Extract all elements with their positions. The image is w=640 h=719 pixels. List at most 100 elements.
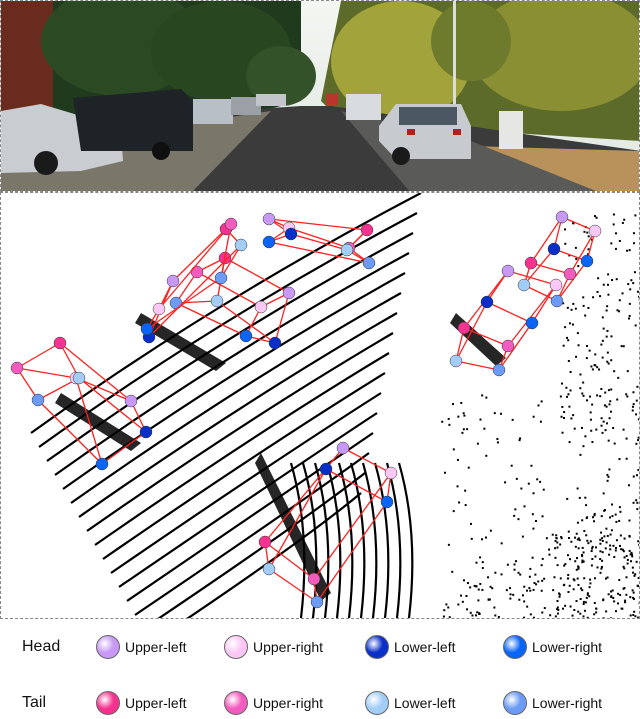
lidar-point: [597, 277, 599, 279]
lidar-point: [570, 417, 572, 419]
scan-line: [55, 253, 409, 475]
lidar-point: [596, 366, 598, 368]
lidar-point: [591, 441, 593, 443]
corner-sphere: [502, 340, 514, 352]
lidar-point: [582, 296, 584, 298]
lidar-point: [598, 369, 600, 371]
lidar-point: [608, 389, 610, 391]
lidar-point: [581, 589, 583, 591]
lidar-point: [626, 250, 628, 252]
lidar-point: [600, 388, 602, 390]
lidar-point: [546, 537, 548, 539]
lidar-point: [533, 617, 535, 619]
corner-sphere: [263, 213, 275, 225]
sphere-icon: [365, 691, 389, 715]
lidar-point: [470, 523, 472, 525]
lidar-point: [628, 520, 630, 522]
lidar-point: [633, 502, 635, 504]
lidar-point: [614, 443, 616, 445]
lidar-point: [579, 387, 581, 389]
lidar-point: [600, 344, 602, 346]
lidar-point: [611, 529, 613, 531]
lidar-point: [610, 596, 612, 598]
lidar-point: [510, 593, 512, 595]
corner-sphere: [548, 243, 560, 255]
lidar-point: [626, 395, 628, 397]
lidar-point: [479, 583, 481, 585]
lidar-point: [627, 563, 629, 565]
lidar-point: [453, 448, 455, 450]
lidar-point: [500, 413, 502, 415]
lidar-point: [577, 584, 579, 586]
lidar-point: [523, 600, 525, 602]
legend-item-label: Lower-right: [532, 695, 602, 711]
lidar-point: [576, 569, 578, 571]
lidar-point: [596, 394, 598, 396]
lidar-point: [444, 472, 446, 474]
lidar-point: [539, 481, 541, 483]
lidar-point: [610, 359, 612, 361]
corner-sphere: [96, 458, 108, 470]
lidar-point: [541, 564, 543, 566]
lidar-point: [623, 567, 625, 569]
lidar-point: [563, 345, 565, 347]
lidar-point: [607, 576, 609, 578]
lidar-point: [584, 497, 586, 499]
lidar-point: [517, 518, 519, 520]
lidar-point: [566, 337, 568, 339]
lidar-point: [513, 515, 515, 517]
lidar-point: [585, 534, 587, 536]
lidar-point: [560, 396, 562, 398]
lidar-point: [607, 294, 609, 296]
lidar-point: [600, 568, 602, 570]
lidar-point: [457, 485, 459, 487]
lidar-point: [632, 589, 634, 591]
lidar-point: [577, 488, 579, 490]
lidar-point: [509, 598, 511, 600]
lidar-point: [543, 578, 545, 580]
corner-sphere: [73, 372, 85, 384]
lidar-point: [590, 430, 592, 432]
corner-sphere: [526, 317, 538, 329]
lidar-point: [487, 576, 489, 578]
lidar-point: [471, 614, 473, 616]
lidar-point: [608, 593, 610, 595]
lidar-point: [534, 574, 536, 576]
lidar-point: [626, 555, 628, 557]
lidar-point: [577, 578, 579, 580]
lidar-point: [533, 589, 535, 591]
lidar-point: [573, 609, 575, 611]
lidar-point: [448, 544, 450, 546]
lidar-point: [583, 601, 585, 603]
lidar-point: [619, 240, 621, 242]
lidar-point: [556, 600, 558, 602]
lidar-point: [559, 594, 561, 596]
corner-sphere: [385, 467, 397, 479]
lidar-point: [634, 214, 636, 216]
lidar-point: [589, 396, 591, 398]
lidar-point: [632, 572, 634, 574]
lidar-point: [457, 603, 459, 605]
lidar-point: [586, 399, 588, 401]
corner-sphere: [564, 268, 576, 280]
lidar-point: [478, 589, 480, 591]
lidar-point: [626, 618, 628, 619]
lidar-point: [588, 235, 590, 237]
lidar-point: [601, 537, 603, 539]
lidar-point: [629, 596, 631, 598]
lidar-point: [619, 506, 621, 508]
lidar-point: [594, 602, 596, 604]
lidar-point: [601, 560, 603, 562]
lidar-point: [636, 474, 638, 476]
lidar-point: [605, 547, 607, 549]
legend-row-head: Head Upper-left Upper-right Lower-left L…: [0, 633, 640, 663]
lidar-point: [514, 508, 516, 510]
lidar-point: [592, 368, 594, 370]
lidar-point: [632, 567, 634, 569]
corner-sphere: [215, 272, 227, 284]
lidar-point: [621, 345, 623, 347]
box-edge: [531, 217, 562, 263]
lidar-point: [541, 580, 543, 582]
lidar-point: [569, 322, 571, 324]
lidar-point: [464, 490, 466, 492]
